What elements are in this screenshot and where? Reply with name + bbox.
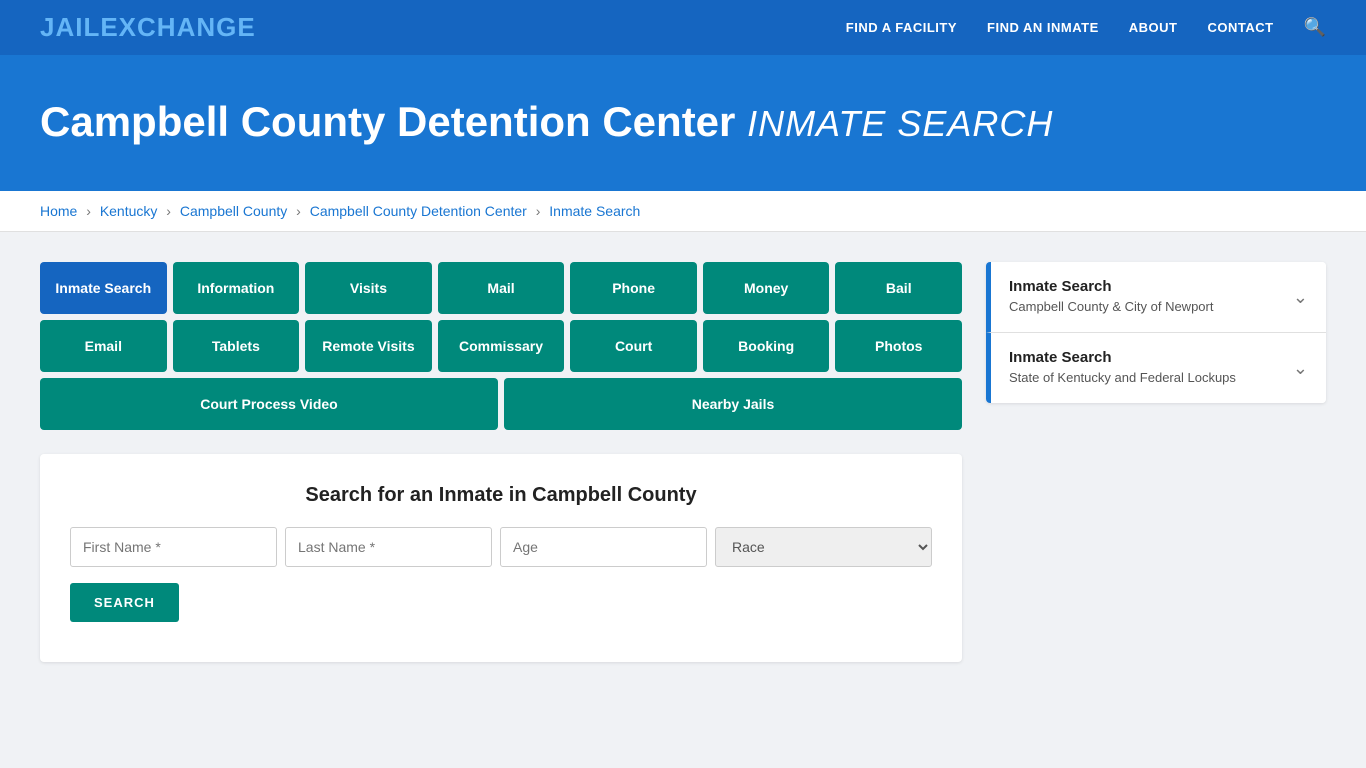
breadcrumb-inmate-search[interactable]: Inmate Search bbox=[549, 203, 640, 219]
tab-phone[interactable]: Phone bbox=[570, 262, 697, 314]
breadcrumb-home[interactable]: Home bbox=[40, 203, 77, 219]
nav-links: FIND A FACILITY FIND AN INMATE ABOUT CON… bbox=[846, 17, 1326, 38]
race-select[interactable]: Race White Black Hispanic Asian Other bbox=[715, 527, 932, 567]
nav-contact[interactable]: CONTACT bbox=[1207, 20, 1273, 35]
right-sidebar: Inmate Search Campbell County & City of … bbox=[986, 262, 1326, 405]
first-name-input[interactable] bbox=[70, 527, 277, 567]
tab-commissary[interactable]: Commissary bbox=[438, 320, 565, 372]
main-content: Inmate Search Information Visits Mail Ph… bbox=[0, 232, 1366, 692]
tab-court[interactable]: Court bbox=[570, 320, 697, 372]
breadcrumb-campbell-county[interactable]: Campbell County bbox=[180, 203, 287, 219]
sidebar-item-campbell[interactable]: Inmate Search Campbell County & City of … bbox=[986, 262, 1326, 332]
tab-visits[interactable]: Visits bbox=[305, 262, 432, 314]
nav-find-inmate[interactable]: FIND AN INMATE bbox=[987, 20, 1099, 35]
nav-about[interactable]: ABOUT bbox=[1129, 20, 1178, 35]
tab-nearby-jails[interactable]: Nearby Jails bbox=[504, 378, 962, 430]
tab-photos[interactable]: Photos bbox=[835, 320, 962, 372]
tab-booking[interactable]: Booking bbox=[703, 320, 830, 372]
search-title: Search for an Inmate in Campbell County bbox=[70, 484, 932, 507]
navbar: JAILEXCHANGE FIND A FACILITY FIND AN INM… bbox=[0, 0, 1366, 58]
chevron-down-icon: ⌄ bbox=[1293, 358, 1308, 379]
tabs-grid: Inmate Search Information Visits Mail Ph… bbox=[40, 262, 962, 430]
logo-exchange: EXCHANGE bbox=[100, 12, 255, 42]
breadcrumb-detention-center[interactable]: Campbell County Detention Center bbox=[310, 203, 527, 219]
left-column: Inmate Search Information Visits Mail Ph… bbox=[40, 262, 962, 662]
tab-money[interactable]: Money bbox=[703, 262, 830, 314]
search-card: Search for an Inmate in Campbell County … bbox=[40, 454, 962, 662]
search-icon[interactable]: 🔍 bbox=[1304, 17, 1326, 38]
tab-inmate-search[interactable]: Inmate Search bbox=[40, 262, 167, 314]
search-fields: Race White Black Hispanic Asian Other bbox=[70, 527, 932, 567]
chevron-down-icon: ⌄ bbox=[1293, 287, 1308, 308]
hero-section: Campbell County Detention Center INMATE … bbox=[0, 58, 1366, 191]
logo-jail: JAIL bbox=[40, 12, 100, 42]
breadcrumb-kentucky[interactable]: Kentucky bbox=[100, 203, 158, 219]
sidebar-item-kentucky[interactable]: Inmate Search State of Kentucky and Fede… bbox=[986, 332, 1326, 403]
tab-tablets[interactable]: Tablets bbox=[173, 320, 300, 372]
nav-find-facility[interactable]: FIND A FACILITY bbox=[846, 20, 957, 35]
breadcrumb: Home › Kentucky › Campbell County › Camp… bbox=[0, 191, 1366, 232]
page-title: Campbell County Detention Center INMATE … bbox=[40, 98, 1326, 146]
tab-remote-visits[interactable]: Remote Visits bbox=[305, 320, 432, 372]
tab-mail[interactable]: Mail bbox=[438, 262, 565, 314]
search-button[interactable]: SEARCH bbox=[70, 583, 179, 622]
tab-bail[interactable]: Bail bbox=[835, 262, 962, 314]
last-name-input[interactable] bbox=[285, 527, 492, 567]
age-input[interactable] bbox=[500, 527, 707, 567]
logo[interactable]: JAILEXCHANGE bbox=[40, 12, 256, 43]
tab-email[interactable]: Email bbox=[40, 320, 167, 372]
tab-information[interactable]: Information bbox=[173, 262, 300, 314]
sidebar-card: Inmate Search Campbell County & City of … bbox=[986, 262, 1326, 403]
tab-court-process-video[interactable]: Court Process Video bbox=[40, 378, 498, 430]
